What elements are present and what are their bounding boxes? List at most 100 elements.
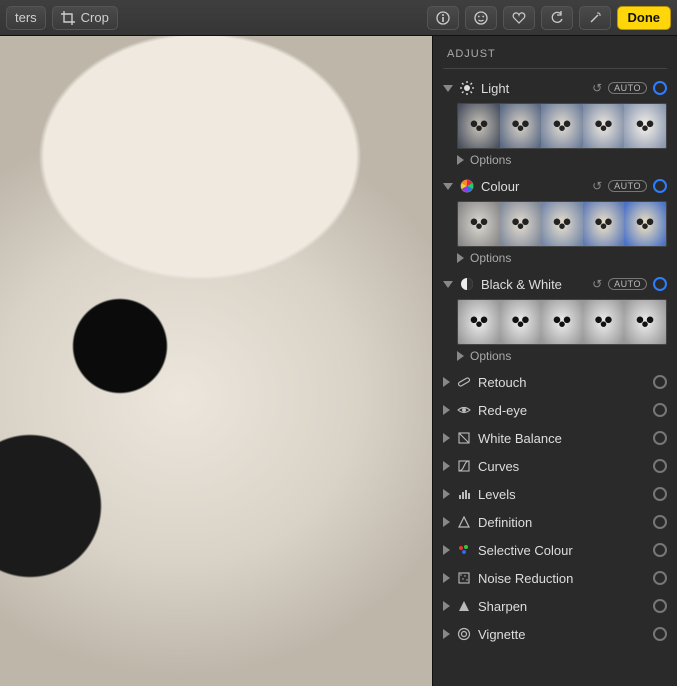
wand-icon [588,11,602,25]
section-colour: Colour ↺ AUTO Options [443,173,667,265]
thumb[interactable] [541,202,583,246]
thumb[interactable] [583,104,625,148]
image-preview [0,36,432,686]
enable-toggle[interactable] [653,179,667,193]
thumb[interactable] [458,300,500,344]
crop-icon [61,11,75,25]
options-row-light[interactable]: Options [457,153,667,167]
section-header-sharpen[interactable]: Sharpen [443,593,667,619]
auto-button[interactable]: AUTO [608,180,647,192]
enable-toggle[interactable] [653,487,667,501]
definition-icon [456,515,472,529]
thumb[interactable] [458,202,500,246]
faces-button[interactable] [465,6,497,30]
thumb[interactable] [500,300,542,344]
filters-button-label: ters [15,10,37,25]
reset-icon[interactable]: ↺ [592,277,602,291]
thumb[interactable] [458,104,500,148]
levels-icon [456,487,472,501]
reset-icon[interactable]: ↺ [592,179,602,193]
reset-icon[interactable]: ↺ [592,81,602,95]
thumb[interactable] [500,104,542,148]
bw-thumbstrip[interactable] [457,299,667,345]
rotate-icon [550,11,564,25]
section-header-redeye[interactable]: Red-eye [443,397,667,423]
sun-icon [459,81,475,95]
chevron-down-icon [443,85,453,92]
thumb[interactable] [624,202,666,246]
enable-toggle[interactable] [653,515,667,529]
section-header-levels[interactable]: Levels [443,481,667,507]
section-label: Retouch [478,375,647,390]
section-light: Light ↺ AUTO Options [443,75,667,167]
bw-icon [459,277,475,291]
options-row-bw[interactable]: Options [457,349,667,363]
auto-enhance-button[interactable] [579,6,611,30]
enable-toggle[interactable] [653,459,667,473]
section-label: Definition [478,515,647,530]
auto-button[interactable]: AUTO [608,278,647,290]
adjust-panel: ADJUST Light ↺ AUTO [432,36,677,686]
section-header-light[interactable]: Light ↺ AUTO [443,75,667,101]
thumb[interactable] [541,104,583,148]
section-label: White Balance [478,431,647,446]
enable-toggle[interactable] [653,81,667,95]
chevron-right-icon [443,377,450,387]
enable-toggle[interactable] [653,431,667,445]
section-header-vignette[interactable]: Vignette [443,621,667,647]
info-icon [436,11,450,25]
curves-icon [456,459,472,473]
options-label: Options [470,153,511,167]
section-header-curves[interactable]: Curves [443,453,667,479]
crop-button[interactable]: Crop [52,6,118,30]
section-header-wb[interactable]: White Balance [443,425,667,451]
thumb[interactable] [624,104,666,148]
thumb[interactable] [624,300,666,344]
vignette-icon [456,627,472,641]
done-button[interactable]: Done [617,6,672,30]
enable-toggle[interactable] [653,403,667,417]
thumb[interactable] [500,202,542,246]
section-header-definition[interactable]: Definition [443,509,667,535]
noise-icon [456,571,472,585]
options-row-colour[interactable]: Options [457,251,667,265]
section-header-selective[interactable]: Selective Colour [443,537,667,563]
done-button-label: Done [628,10,661,25]
panel-title: ADJUST [443,44,667,68]
enable-toggle[interactable] [653,599,667,613]
light-thumbstrip[interactable] [457,103,667,149]
chevron-right-icon [443,433,450,443]
section-header-retouch[interactable]: Retouch [443,369,667,395]
eye-icon [456,403,472,417]
options-label: Options [470,349,511,363]
section-header-colour[interactable]: Colour ↺ AUTO [443,173,667,199]
auto-button[interactable]: AUTO [608,82,647,94]
section-header-bw[interactable]: Black & White ↺ AUTO [443,271,667,297]
thumb[interactable] [583,202,625,246]
chevron-right-icon [443,629,450,639]
sharpen-icon [456,599,472,613]
section-label: Sharpen [478,599,647,614]
enable-toggle[interactable] [653,375,667,389]
options-label: Options [470,251,511,265]
enable-toggle[interactable] [653,543,667,557]
chevron-right-icon [457,253,464,263]
enable-toggle[interactable] [653,277,667,291]
thumb[interactable] [583,300,625,344]
chevron-right-icon [443,461,450,471]
favorite-button[interactable] [503,6,535,30]
colour-thumbstrip[interactable] [457,201,667,247]
filters-button[interactable]: ters [6,6,46,30]
enable-toggle[interactable] [653,571,667,585]
thumb[interactable] [541,300,583,344]
chevron-right-icon [443,601,450,611]
chevron-right-icon [443,573,450,583]
chevron-right-icon [457,351,464,361]
heart-icon [512,11,526,25]
info-button[interactable] [427,6,459,30]
section-header-noise[interactable]: Noise Reduction [443,565,667,591]
enable-toggle[interactable] [653,627,667,641]
bandage-icon [456,375,472,389]
chevron-right-icon [443,489,450,499]
rotate-button[interactable] [541,6,573,30]
